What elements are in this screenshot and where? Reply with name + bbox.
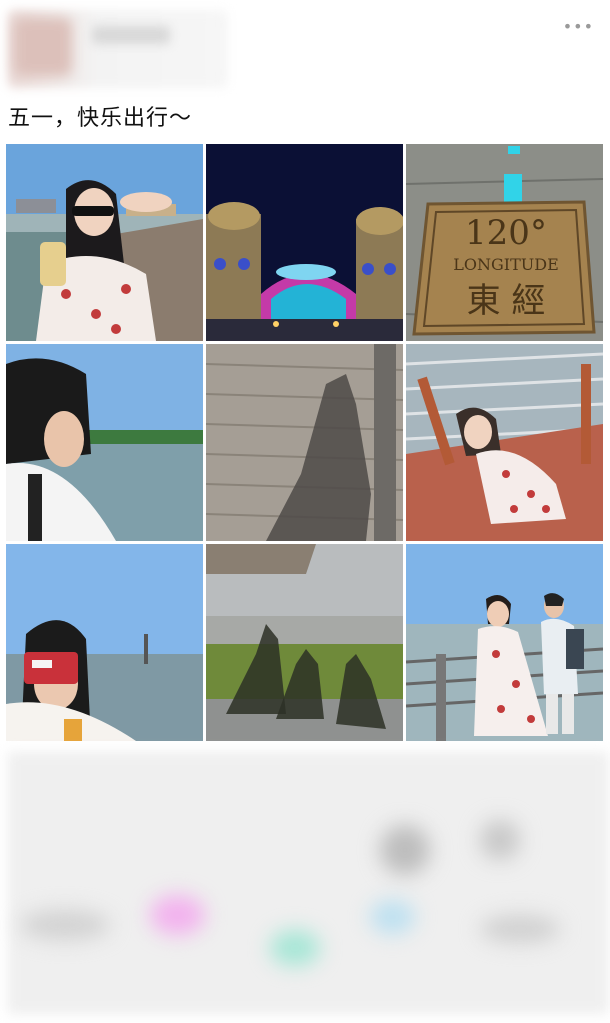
photo-girl-crouching-railing[interactable]	[406, 344, 603, 541]
avatar[interactable]	[14, 18, 72, 76]
photo-girl-holding-red-card[interactable]	[6, 544, 203, 741]
blur-shape	[150, 895, 205, 935]
plaque-word: LONGITUDE	[453, 255, 559, 274]
username[interactable]	[92, 26, 170, 44]
photo-shadow-on-boardwalk[interactable]	[206, 344, 403, 541]
photo-girl-sunglasses-pier[interactable]	[6, 144, 203, 341]
plaque-chinese: 東 經	[467, 281, 546, 321]
blur-shape	[270, 930, 320, 966]
more-dots-icon[interactable]: •••	[563, 19, 594, 35]
blur-shape	[480, 820, 520, 860]
photo-grid: 120° LONGITUDE 東 經	[6, 144, 603, 741]
blur-shape	[380, 825, 430, 875]
photo-120-longitude-plaque[interactable]: 120° LONGITUDE 東 經	[406, 144, 603, 341]
photo-boy-looking-at-lake[interactable]	[6, 344, 203, 541]
blurred-footer-content	[8, 752, 608, 1014]
photo-night-castle-lights[interactable]	[206, 144, 403, 341]
blur-shape	[370, 900, 415, 934]
blur-shape	[20, 910, 110, 940]
plaque-number: 120°	[465, 213, 547, 253]
blur-shape	[480, 915, 560, 943]
photo-couple-by-railing[interactable]	[406, 544, 603, 741]
photo-shadows-on-grass[interactable]	[206, 544, 403, 741]
post-caption: 五一，快乐出行～	[8, 106, 193, 131]
